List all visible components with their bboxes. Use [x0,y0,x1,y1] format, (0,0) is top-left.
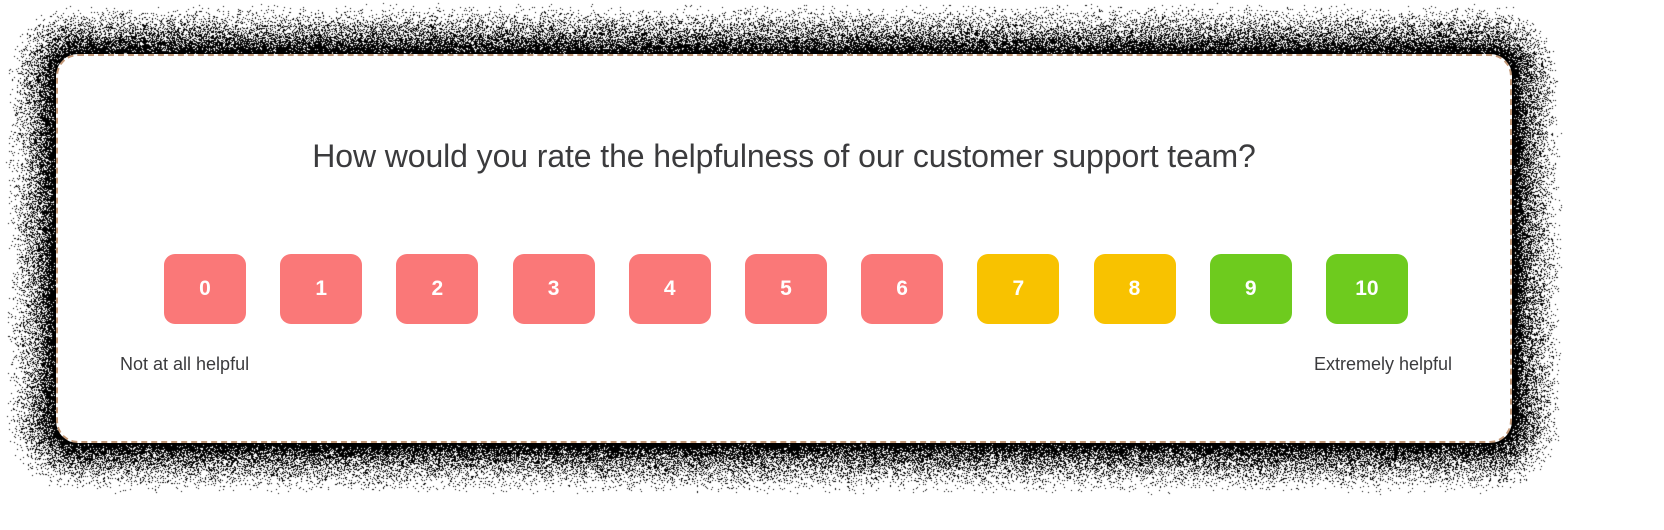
rating-button-6[interactable]: 6 [861,254,943,324]
rating-button-4[interactable]: 4 [629,254,711,324]
rating-scale-row: 0 1 2 3 4 5 6 7 8 9 10 [164,254,1408,324]
rating-button-3[interactable]: 3 [513,254,595,324]
rating-button-5[interactable]: 5 [745,254,827,324]
rating-button-7[interactable]: 7 [977,254,1059,324]
rating-button-8[interactable]: 8 [1094,254,1176,324]
anchor-label-high: Extremely helpful [1314,354,1452,375]
rating-button-0[interactable]: 0 [164,254,246,324]
anchor-label-low: Not at all helpful [120,354,249,375]
page-title: How would you rate the helpfulness of ou… [58,138,1510,175]
anchor-labels: Not at all helpful Extremely helpful [120,354,1452,375]
rating-button-9[interactable]: 9 [1210,254,1292,324]
rating-button-10[interactable]: 10 [1326,254,1408,324]
rating-button-1[interactable]: 1 [280,254,362,324]
survey-question-card: How would you rate the helpfulness of ou… [56,54,1512,443]
rating-button-2[interactable]: 2 [396,254,478,324]
